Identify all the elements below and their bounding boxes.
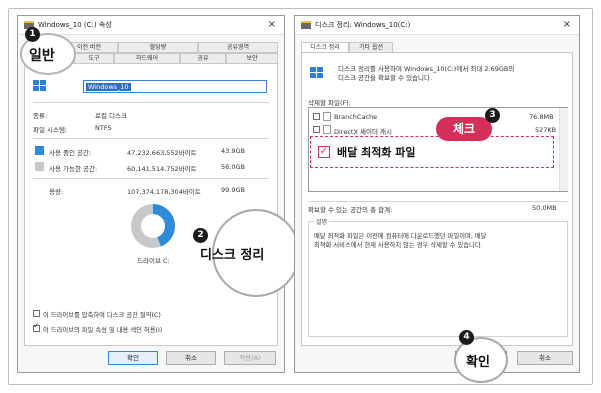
capacity-label: 용량: [49, 188, 64, 196]
divider [308, 201, 568, 202]
total-label: 확보할 수 있는 공간의 총 합계: [308, 206, 393, 214]
step3-badge: 3 [485, 108, 500, 123]
step2-text: 디스크 정리 [200, 248, 265, 263]
title-bar: Windows_10 (C:) 속성 × [18, 16, 284, 35]
fs-label: 파일 시스템: [33, 126, 68, 134]
file-icon [323, 112, 331, 121]
tab-quota[interactable]: 할당량 [118, 42, 198, 53]
file-checkbox[interactable] [313, 113, 320, 120]
compress-label: 이 드라이브를 압축하여 디스크 공간 절약(C) [43, 312, 161, 319]
step3-bubble: 체크 [436, 117, 492, 141]
apply-button[interactable]: 적용(A) [224, 351, 276, 365]
fs-value: NTFS [95, 124, 112, 132]
capacity-bytes: 107,374,178,304바이트 [127, 188, 201, 196]
windows-drive-icon [33, 80, 49, 92]
step4-badge: 4 [459, 330, 474, 345]
ok-button[interactable]: 확인 [108, 351, 158, 365]
free-label: 사용 가능한 공간: [49, 165, 98, 173]
tab-sharing-area[interactable]: 공유영역 [198, 42, 278, 53]
drive-name-field[interactable]: Windows_10 [83, 80, 267, 93]
intro-line2: 디스크 공간을 확보할 수 있습니다. [338, 74, 433, 82]
type-label: 종류: [33, 112, 48, 120]
step2-badge: 2 [193, 228, 208, 243]
close-icon[interactable]: × [563, 19, 571, 30]
divider [33, 178, 269, 179]
free-bytes: 60,141,514,752바이트 [127, 165, 197, 173]
windows-drive-icon [310, 67, 326, 79]
highlighted-file-item[interactable]: ✓ 배달 최적화 파일 [310, 136, 554, 168]
file-icon [323, 125, 331, 134]
used-gb: 43.9GB [221, 147, 245, 155]
type-value: 로컬 디스크 [95, 112, 127, 120]
description-line1: 배달 최적화 파일은 이전에 컴퓨터에 다운로드했던 파일이며, 배달 [314, 233, 487, 240]
description-label: 설명 [314, 217, 330, 226]
highlighted-checkbox[interactable]: ✓ [318, 146, 330, 158]
free-gb: 56.0GB [221, 163, 245, 171]
file-name[interactable]: BranchCache [334, 113, 377, 121]
disk-cleanup-icon [301, 21, 311, 29]
compress-checkbox[interactable] [33, 310, 40, 317]
file-checkbox[interactable] [313, 126, 320, 133]
index-label: 이 드라이브의 파일 속성 및 내용 색인 허용(I) [43, 327, 163, 334]
cleanup-panel: 디스크 정리를 사용하여 Windows_10(C:)에서 최대 2.69GB의… [301, 52, 573, 346]
divider [33, 138, 269, 139]
index-check-mark: ✓ [33, 321, 40, 330]
description-line2: 최적화 서비스에서 현재 사용하지 않는 경우 삭제할 수 있습니다. [314, 242, 483, 249]
cancel-button[interactable]: 취소 [166, 351, 216, 365]
free-space-swatch [35, 162, 44, 171]
step1-badge: 1 [25, 27, 40, 42]
total-value: 50.0MB [532, 204, 557, 212]
step1-text: 일반 [29, 48, 55, 64]
step4-text: 확인 [466, 355, 490, 370]
title-bar: 디스크 정리: Windows_10(C:) × [295, 16, 579, 35]
files-to-delete-label: 삭제할 파일(F): [308, 99, 351, 107]
cancel-button[interactable]: 취소 [517, 351, 573, 365]
used-label: 사용 중인 공간: [49, 149, 92, 157]
capacity-gb: 99.9GB [221, 186, 245, 194]
list-scrollbar[interactable] [559, 108, 568, 191]
close-icon[interactable]: × [268, 19, 276, 30]
file-size: 76.8MB [529, 113, 554, 121]
highlighted-file-name: 배달 최적화 파일 [337, 146, 416, 159]
disk-cleanup-window: 디스크 정리: Windows_10(C:) × 디스크 정리 기타 옵션 디스… [294, 15, 580, 373]
usage-donut [131, 204, 175, 248]
used-space-swatch [35, 146, 44, 155]
window-title: Windows_10 (C:) 속성 [38, 21, 112, 29]
window-title: 디스크 정리: Windows_10(C:) [315, 21, 411, 29]
file-size: 527KB [535, 126, 557, 134]
general-panel: Windows_10 종류: 로컬 디스크 파일 시스템: NTFS 사용 중인… [24, 63, 278, 346]
file-name[interactable]: DirectX 셰이더 캐시 [334, 126, 392, 136]
used-bytes: 47,232,663,552바이트 [127, 149, 197, 157]
drive-name-value[interactable]: Windows_10 [86, 83, 131, 91]
divider [33, 102, 269, 103]
drive-caption: 드라이브 C: [137, 257, 170, 265]
